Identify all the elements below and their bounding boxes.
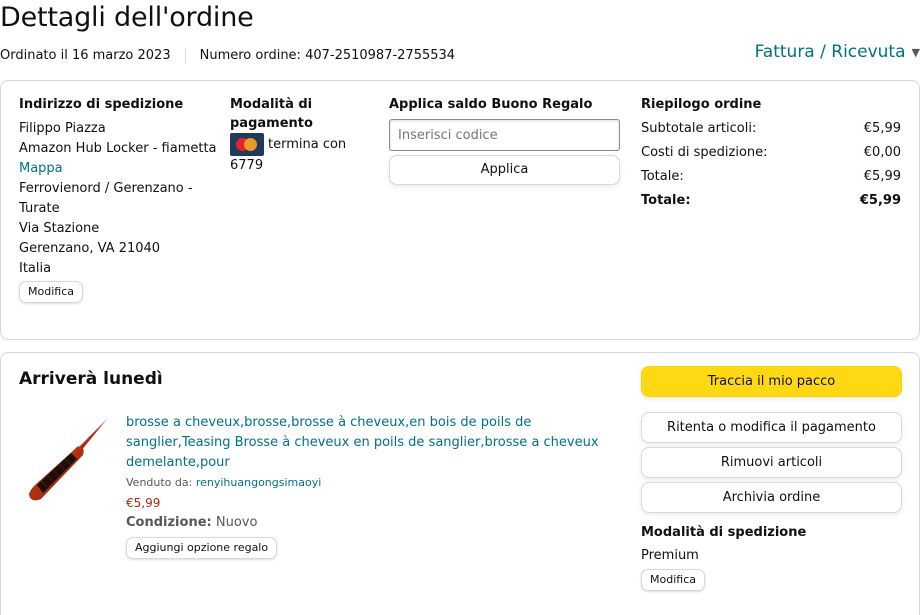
shipping-method-value: Premium [641, 548, 699, 563]
summary-row: Costi di spedizione: €0,00 [641, 143, 901, 163]
summary-label: Costi di spedizione: [641, 145, 768, 160]
order-date: Ordinato il 16 marzo 2023 [0, 48, 171, 63]
invoice-label: Fattura / Ricevuta [754, 42, 906, 62]
page-title: Dettagli dell'ordine [0, 2, 254, 33]
apply-gift-button[interactable]: Applica [389, 155, 620, 185]
edit-shipping-button[interactable]: Modifica [641, 569, 705, 591]
summary-row: Totale: €5,99 [641, 167, 901, 187]
arrival-heading: Arriverà lunedì [19, 369, 163, 389]
address-line4: Gerenzano, VA 21040 [19, 241, 161, 256]
product-info: brosse a cheveux,brosse,brosse à cheveux… [126, 413, 616, 559]
chevron-down-icon: ▼ [911, 45, 920, 59]
shipping-method-heading: Modalità di spedizione [641, 525, 807, 540]
summary-label: Subtotale articoli: [641, 121, 757, 136]
map-link[interactable]: Mappa [19, 159, 219, 179]
product-title-link[interactable]: brosse a cheveux,brosse,brosse à cheveux… [126, 413, 616, 473]
product-price: €5,99 [126, 496, 161, 510]
product-image[interactable] [23, 415, 113, 507]
summary-value: €0,00 [863, 145, 901, 160]
payment-section: Modalità di pagamento termina con 6779 [230, 95, 370, 176]
gift-card-heading: Applica saldo Buono Regalo [389, 97, 593, 112]
address-line2: Ferrovienord / Gerenzano - Turate [19, 181, 193, 216]
retry-payment-button[interactable]: Ritenta o modifica il pagamento [641, 412, 902, 443]
summary-label: Totale: [641, 193, 691, 208]
summary-row: Subtotale articoli: €5,99 [641, 119, 901, 139]
seller-link[interactable]: renyihuangongsimaoyi [196, 476, 321, 489]
shipping-address-section: Indirizzo di spedizione Filippo Piazza A… [19, 95, 219, 303]
address-country: Italia [19, 261, 52, 276]
order-summary-heading: Riepilogo ordine [641, 97, 762, 112]
address-line3: Via Stazione [19, 221, 100, 236]
summary-value: €5,99 [863, 121, 901, 136]
gift-option-button[interactable]: Aggiungi opzione regalo [126, 537, 278, 559]
track-package-button[interactable]: Traccia il mio pacco [641, 366, 902, 397]
archive-order-button[interactable]: Archivia ordine [641, 482, 902, 513]
invoice-dropdown[interactable]: Fattura / Ricevuta ▼ [755, 42, 920, 62]
sold-by: Venduto da: renyihuangongsimaoyi [126, 473, 616, 493]
order-summary-section: Riepilogo ordine Subtotale articoli: €5,… [641, 95, 903, 215]
shipping-address-heading: Indirizzo di spedizione [19, 97, 184, 112]
order-meta-row: Ordinato il 16 marzo 2023 Numero ordine:… [0, 48, 455, 63]
address-name: Filippo Piazza [19, 121, 106, 136]
remove-items-button[interactable]: Rimuovi articoli [641, 447, 902, 478]
sold-by-label: Venduto da: [126, 476, 193, 489]
product-condition: Condizione: Nuovo [126, 513, 616, 533]
summary-row-total: Totale: €5,99 [641, 191, 901, 211]
payment-card: termina con 6779 [230, 133, 370, 176]
mastercard-icon [230, 133, 264, 156]
condition-value: Nuovo [215, 515, 258, 530]
meta-divider [184, 48, 186, 63]
address-line1: Amazon Hub Locker - fiametta [19, 141, 217, 156]
summary-value: €5,99 [859, 193, 901, 208]
payment-heading: Modalità di pagamento [230, 97, 313, 131]
order-number: Numero ordine: 407-2510987-2755534 [199, 48, 456, 63]
edit-address-button[interactable]: Modifica [19, 281, 83, 303]
shipment-box: Arriverà lunedì brosse a cheveux,brosse,… [0, 352, 920, 615]
summary-label: Totale: [641, 169, 684, 184]
order-info-box: Indirizzo di spedizione Filippo Piazza A… [0, 80, 920, 340]
shipment-actions: Traccia il mio pacco Ritenta o modifica … [641, 366, 902, 591]
summary-value: €5,99 [863, 169, 901, 184]
condition-label: Condizione: [126, 515, 212, 530]
gift-card-section: Applica saldo Buono Regalo Applica [389, 95, 629, 185]
gift-code-input[interactable] [389, 119, 620, 151]
